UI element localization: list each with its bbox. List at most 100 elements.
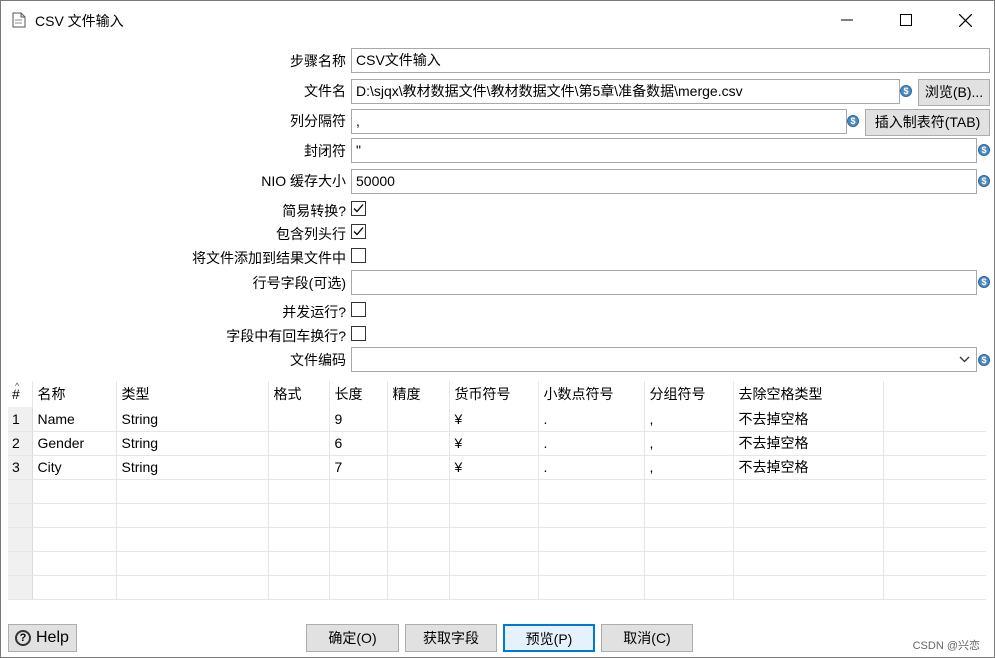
table-cell[interactable]	[733, 551, 884, 576]
table-row[interactable]: 3 City String 7 ¥., 不去掉空格	[8, 455, 986, 480]
table-cell[interactable]	[32, 551, 117, 576]
table-cell[interactable]	[387, 407, 450, 432]
variable-icon[interactable]: $	[900, 85, 912, 97]
table-cell[interactable]	[329, 503, 388, 528]
column-header[interactable]: 去除空格类型	[733, 381, 884, 407]
table-cell[interactable]	[32, 527, 117, 552]
table-cell[interactable]	[733, 527, 884, 552]
table-cell[interactable]	[644, 551, 734, 576]
ok-button[interactable]: 确定(O)	[306, 624, 399, 652]
maximize-button[interactable]	[877, 1, 935, 39]
row-number-cell[interactable]: 2	[8, 431, 33, 456]
table-row[interactable]	[8, 551, 986, 576]
filename-input[interactable]: D:\sjqx\教材数据文件\教材数据文件\第5章\准备数据\merge.csv	[351, 79, 900, 104]
row-number-field-input[interactable]	[351, 270, 977, 295]
variable-icon[interactable]: $	[847, 115, 859, 127]
row-number-cell[interactable]: 1	[8, 407, 33, 432]
variable-icon[interactable]: $	[978, 276, 990, 288]
table-cell[interactable]	[329, 527, 388, 552]
parallel-checkbox[interactable]	[351, 302, 366, 317]
table-cell[interactable]	[387, 575, 450, 600]
row-number-cell[interactable]	[8, 503, 33, 528]
table-cell[interactable]: ,	[644, 407, 734, 432]
table-cell[interactable]	[538, 503, 645, 528]
table-cell[interactable]: String	[116, 431, 269, 456]
step-name-input[interactable]: CSV文件输入	[351, 48, 990, 73]
table-cell[interactable]	[329, 575, 388, 600]
table-cell[interactable]: 不去掉空格	[733, 455, 884, 480]
table-cell[interactable]	[538, 479, 645, 504]
row-number-cell[interactable]	[8, 575, 33, 600]
table-cell[interactable]	[268, 575, 330, 600]
table-row[interactable]	[8, 479, 986, 504]
table-cell[interactable]	[329, 479, 388, 504]
help-button[interactable]: ? Help	[8, 624, 77, 652]
table-cell[interactable]	[268, 455, 330, 480]
table-cell[interactable]	[329, 551, 388, 576]
column-header[interactable]: 类型	[116, 381, 269, 407]
nio-buffer-input[interactable]: 50000	[351, 169, 977, 194]
table-cell[interactable]: ¥	[449, 407, 539, 432]
table-cell[interactable]: City	[32, 455, 117, 480]
table-cell[interactable]	[116, 527, 269, 552]
table-cell[interactable]: ,	[644, 455, 734, 480]
table-cell[interactable]	[116, 479, 269, 504]
table-cell[interactable]: String	[116, 455, 269, 480]
encoding-select[interactable]	[351, 347, 977, 372]
table-cell[interactable]	[268, 527, 330, 552]
table-row[interactable]: 1 Name String 9 ¥., 不去掉空格	[8, 407, 986, 432]
table-cell[interactable]	[538, 575, 645, 600]
table-cell[interactable]	[449, 503, 539, 528]
table-cell[interactable]	[387, 527, 450, 552]
column-header[interactable]: 小数点符号	[538, 381, 645, 407]
table-cell[interactable]	[32, 503, 117, 528]
table-cell[interactable]	[116, 551, 269, 576]
table-cell[interactable]	[268, 503, 330, 528]
table-cell[interactable]: 不去掉空格	[733, 407, 884, 432]
table-cell[interactable]: ¥	[449, 455, 539, 480]
table-cell[interactable]	[268, 551, 330, 576]
newline-in-field-checkbox[interactable]	[351, 326, 366, 341]
table-cell[interactable]	[387, 431, 450, 456]
variable-icon[interactable]: $	[978, 144, 990, 156]
table-cell[interactable]	[387, 479, 450, 504]
header-row-checkbox[interactable]	[351, 224, 366, 239]
table-cell[interactable]	[449, 527, 539, 552]
delimiter-input[interactable]: ,	[351, 109, 847, 134]
close-button[interactable]	[936, 1, 994, 39]
table-cell[interactable]	[644, 575, 734, 600]
variable-icon[interactable]: $	[978, 175, 990, 187]
table-cell[interactable]	[116, 575, 269, 600]
table-cell[interactable]	[733, 503, 884, 528]
table-cell[interactable]	[538, 551, 645, 576]
preview-button[interactable]: 预览(P)	[503, 624, 595, 652]
get-fields-button[interactable]: 获取字段	[405, 624, 497, 652]
table-cell[interactable]	[733, 479, 884, 504]
table-row[interactable]	[8, 503, 986, 528]
minimize-button[interactable]	[818, 1, 876, 39]
table-cell[interactable]	[387, 503, 450, 528]
add-filename-checkbox[interactable]	[351, 248, 366, 263]
table-cell[interactable]	[449, 479, 539, 504]
table-cell[interactable]	[733, 575, 884, 600]
table-cell[interactable]	[538, 527, 645, 552]
table-cell[interactable]	[644, 503, 734, 528]
table-cell[interactable]	[449, 551, 539, 576]
table-cell[interactable]	[644, 527, 734, 552]
table-cell[interactable]	[644, 479, 734, 504]
table-cell[interactable]: Gender	[32, 431, 117, 456]
cancel-button[interactable]: 取消(C)	[601, 624, 693, 652]
table-row[interactable]: 2 Gender String 6 ¥., 不去掉空格	[8, 431, 986, 456]
row-number-cell[interactable]: 3	[8, 455, 33, 480]
table-cell[interactable]	[268, 431, 330, 456]
column-header[interactable]: 名称	[32, 381, 117, 407]
table-cell[interactable]: .	[538, 407, 645, 432]
lazy-conversion-checkbox[interactable]	[351, 201, 366, 216]
row-number-cell[interactable]	[8, 527, 33, 552]
enclosure-input[interactable]: "	[351, 138, 977, 163]
table-cell[interactable]	[449, 575, 539, 600]
table-cell[interactable]: ¥	[449, 431, 539, 456]
table-cell[interactable]: 7	[329, 455, 388, 480]
table-cell[interactable]: 6	[329, 431, 388, 456]
table-cell[interactable]: 9	[329, 407, 388, 432]
